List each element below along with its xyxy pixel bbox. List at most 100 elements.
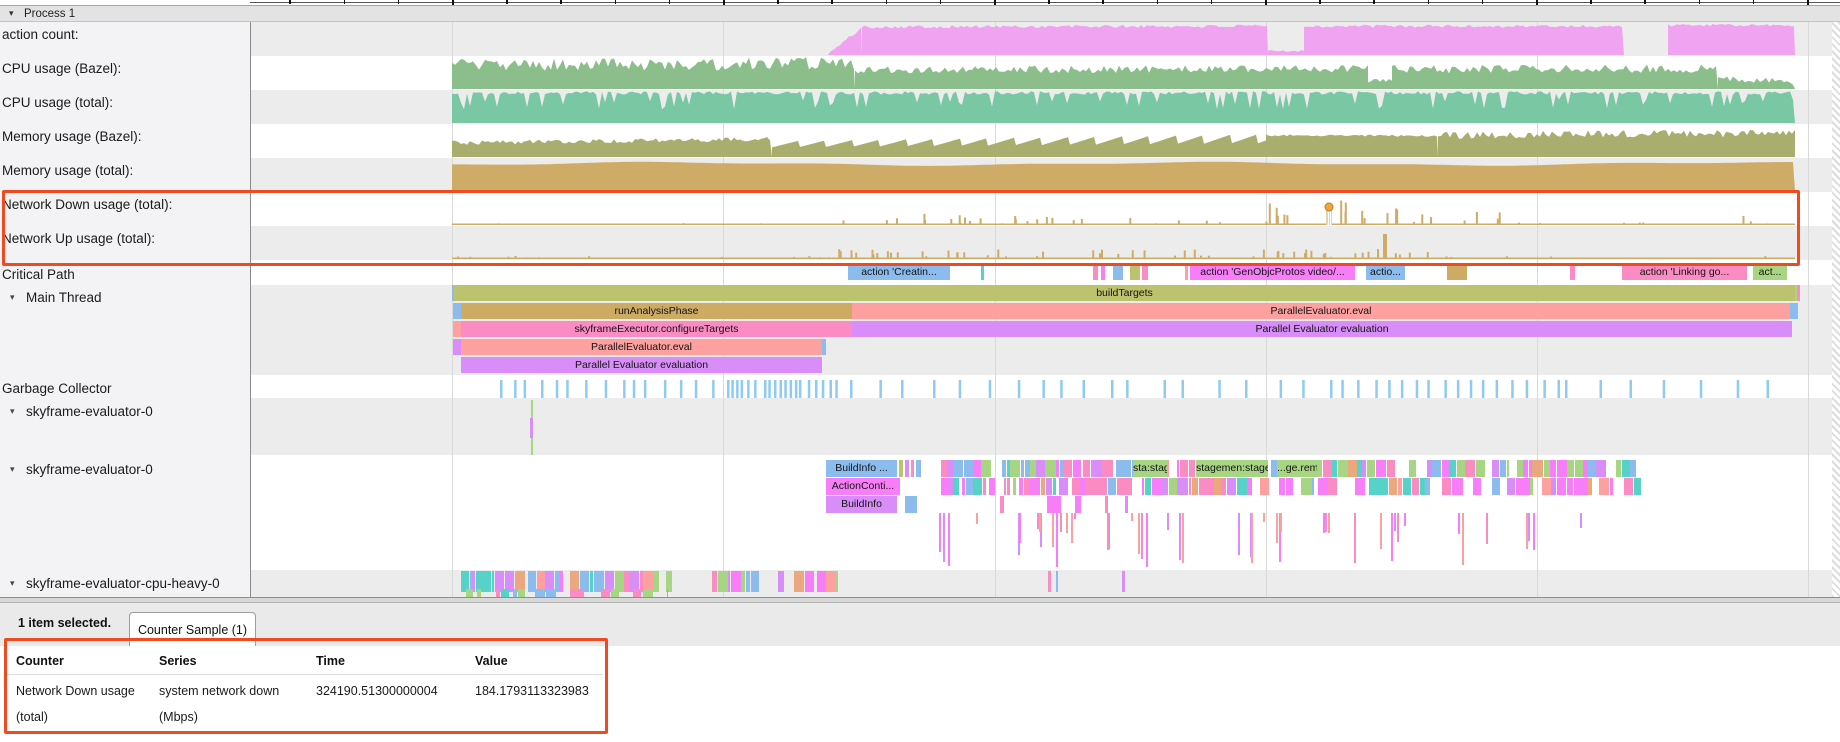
skyframe-drop-slice[interactable] xyxy=(1280,513,1282,532)
gc-tick[interactable] xyxy=(830,380,833,398)
skyframe-slice[interactable] xyxy=(1007,478,1010,495)
main-thread-slice[interactable] xyxy=(1790,303,1798,319)
skyframe-drop-slice[interactable] xyxy=(1580,513,1582,528)
gc-tick[interactable] xyxy=(605,380,608,398)
main-thread-slice[interactable] xyxy=(452,285,454,301)
critical-path-slice[interactable] xyxy=(1130,264,1140,280)
skyframe-slice[interactable] xyxy=(1544,460,1550,477)
chart-memory-usage-total[interactable] xyxy=(452,162,1795,191)
skyframe-drop-slice[interactable] xyxy=(1019,513,1021,543)
skyframe-drop-slice[interactable] xyxy=(1179,513,1181,560)
selected-sample-bar[interactable] xyxy=(1326,207,1332,225)
cpu-heavy-slice[interactable] xyxy=(615,571,624,592)
skyframe-slice[interactable] xyxy=(1145,460,1147,477)
skyframe-slice[interactable] xyxy=(1004,478,1006,495)
skyframe-slice[interactable] xyxy=(1091,460,1102,477)
skyframe-drop-slice[interactable] xyxy=(1060,513,1062,532)
skyframe-slice[interactable] xyxy=(1550,460,1556,477)
gc-tick[interactable] xyxy=(1767,380,1770,398)
skyframe-slice[interactable] xyxy=(1247,460,1251,477)
skyframe-slice[interactable] xyxy=(531,400,533,455)
skyframe-slice[interactable] xyxy=(1332,460,1337,477)
process-header[interactable]: ▾ Process 1 xyxy=(0,5,1840,22)
gc-tick[interactable] xyxy=(784,380,787,398)
skyframe-drop-slice[interactable] xyxy=(1251,513,1253,563)
gc-tick[interactable] xyxy=(795,380,798,398)
cpu-heavy-slice[interactable] xyxy=(518,589,525,597)
skyframe-slice[interactable] xyxy=(953,478,959,495)
cpu-heavy-slice[interactable] xyxy=(728,571,730,592)
gc-tick[interactable] xyxy=(1245,380,1248,398)
cpu-heavy-slice[interactable] xyxy=(570,589,573,597)
gc-tick[interactable] xyxy=(712,380,715,398)
gc-tick[interactable] xyxy=(1470,380,1473,398)
gc-tick[interactable] xyxy=(1060,380,1063,398)
skyframe-slice[interactable] xyxy=(1574,478,1580,495)
cpu-heavy-slice[interactable] xyxy=(496,589,500,597)
skyframe-slice[interactable] xyxy=(1212,460,1221,477)
counter-charts-canvas[interactable] xyxy=(0,22,1840,597)
skyframe-slice[interactable] xyxy=(1161,478,1168,495)
gc-tick[interactable] xyxy=(989,380,992,398)
skyframe-slice[interactable] xyxy=(1152,478,1158,495)
collapse-arrow-icon[interactable]: ▾ xyxy=(10,578,22,589)
skyframe-drop-slice[interactable] xyxy=(1533,513,1535,550)
skyframe-slice[interactable] xyxy=(1313,460,1315,477)
skyframe-stage-slice[interactable]: sta:stag... xyxy=(1133,460,1167,477)
main-thread-slice[interactable] xyxy=(1795,285,1797,301)
skyframe-drop-slice[interactable] xyxy=(976,513,978,524)
skyframe-slice[interactable] xyxy=(905,460,909,477)
main-thread-slice[interactable]: Parallel Evaluator evaluation xyxy=(461,357,822,373)
timeline-tracks[interactable]: action count:CPU usage (Bazel):CPU usage… xyxy=(0,22,1840,597)
skyframe-drop-slice[interactable] xyxy=(1276,513,1278,543)
cpu-heavy-slice[interactable] xyxy=(476,571,484,592)
skyframe-slice[interactable] xyxy=(1616,460,1621,477)
skyframe-slice[interactable] xyxy=(1318,478,1328,495)
track-row[interactable] xyxy=(250,398,1840,455)
skyframe-slice[interactable] xyxy=(1604,478,1609,495)
skyframe-drop-slice[interactable] xyxy=(1391,513,1393,561)
cpu-heavy-slice[interactable] xyxy=(633,589,642,597)
skyframe-drop-slice[interactable] xyxy=(1040,513,1042,547)
skyframe-slice[interactable] xyxy=(1452,478,1460,495)
gc-tick[interactable] xyxy=(1042,380,1045,398)
skyframe-slice[interactable] xyxy=(1158,478,1160,495)
gc-tick[interactable] xyxy=(768,380,771,398)
skyframe-slice[interactable] xyxy=(1530,478,1532,495)
cpu-heavy-slice[interactable] xyxy=(580,571,589,592)
skyframe-drop-slice[interactable] xyxy=(1279,513,1281,530)
skyframe-slice[interactable] xyxy=(1542,478,1551,495)
cpu-heavy-slice[interactable] xyxy=(535,589,545,597)
skyframe-drop-slice[interactable] xyxy=(1052,513,1054,547)
skyframe-slice[interactable] xyxy=(1237,460,1247,477)
cpu-heavy-slice[interactable] xyxy=(712,571,717,592)
skyframe-slice[interactable] xyxy=(1507,460,1510,477)
gc-tick[interactable] xyxy=(644,380,647,398)
skyframe-slice[interactable] xyxy=(1145,478,1151,495)
skyframe-slice[interactable] xyxy=(1025,460,1030,477)
skyframe-drop-slice[interactable] xyxy=(1263,513,1265,522)
gc-tick[interactable] xyxy=(1341,380,1344,398)
skyframe-slice[interactable] xyxy=(1387,460,1396,477)
skyframe-slice[interactable] xyxy=(905,496,917,513)
gc-tick[interactable] xyxy=(1182,380,1185,398)
skyframe-drop-slice[interactable] xyxy=(1167,513,1169,530)
skyframe-drop-slice[interactable] xyxy=(1037,513,1039,529)
skyframe-slice[interactable] xyxy=(1412,478,1420,495)
skyframe-drop-slice[interactable] xyxy=(939,513,941,552)
gc-tick[interactable] xyxy=(764,380,767,398)
skyframe-drop-slice[interactable] xyxy=(1250,513,1252,557)
skyframe-slice[interactable] xyxy=(1567,478,1574,495)
main-thread-slice[interactable]: runAnalysisPhase xyxy=(461,303,852,319)
skyframe-slice[interactable] xyxy=(1059,478,1068,495)
cpu-heavy-slice[interactable] xyxy=(805,571,814,592)
skyframe-slice[interactable] xyxy=(1469,460,1475,477)
gc-tick[interactable] xyxy=(1388,380,1391,398)
skyframe-slice[interactable] xyxy=(1516,478,1524,495)
skyframe-slice[interactable] xyxy=(1192,478,1199,495)
gc-tick[interactable] xyxy=(500,380,503,398)
cell-counter[interactable]: Network Down usage (total) xyxy=(16,678,135,730)
skyframe-slice[interactable] xyxy=(1507,478,1515,495)
skyframe-slice[interactable] xyxy=(1427,460,1432,477)
skyframe-slice[interactable] xyxy=(1177,460,1179,477)
